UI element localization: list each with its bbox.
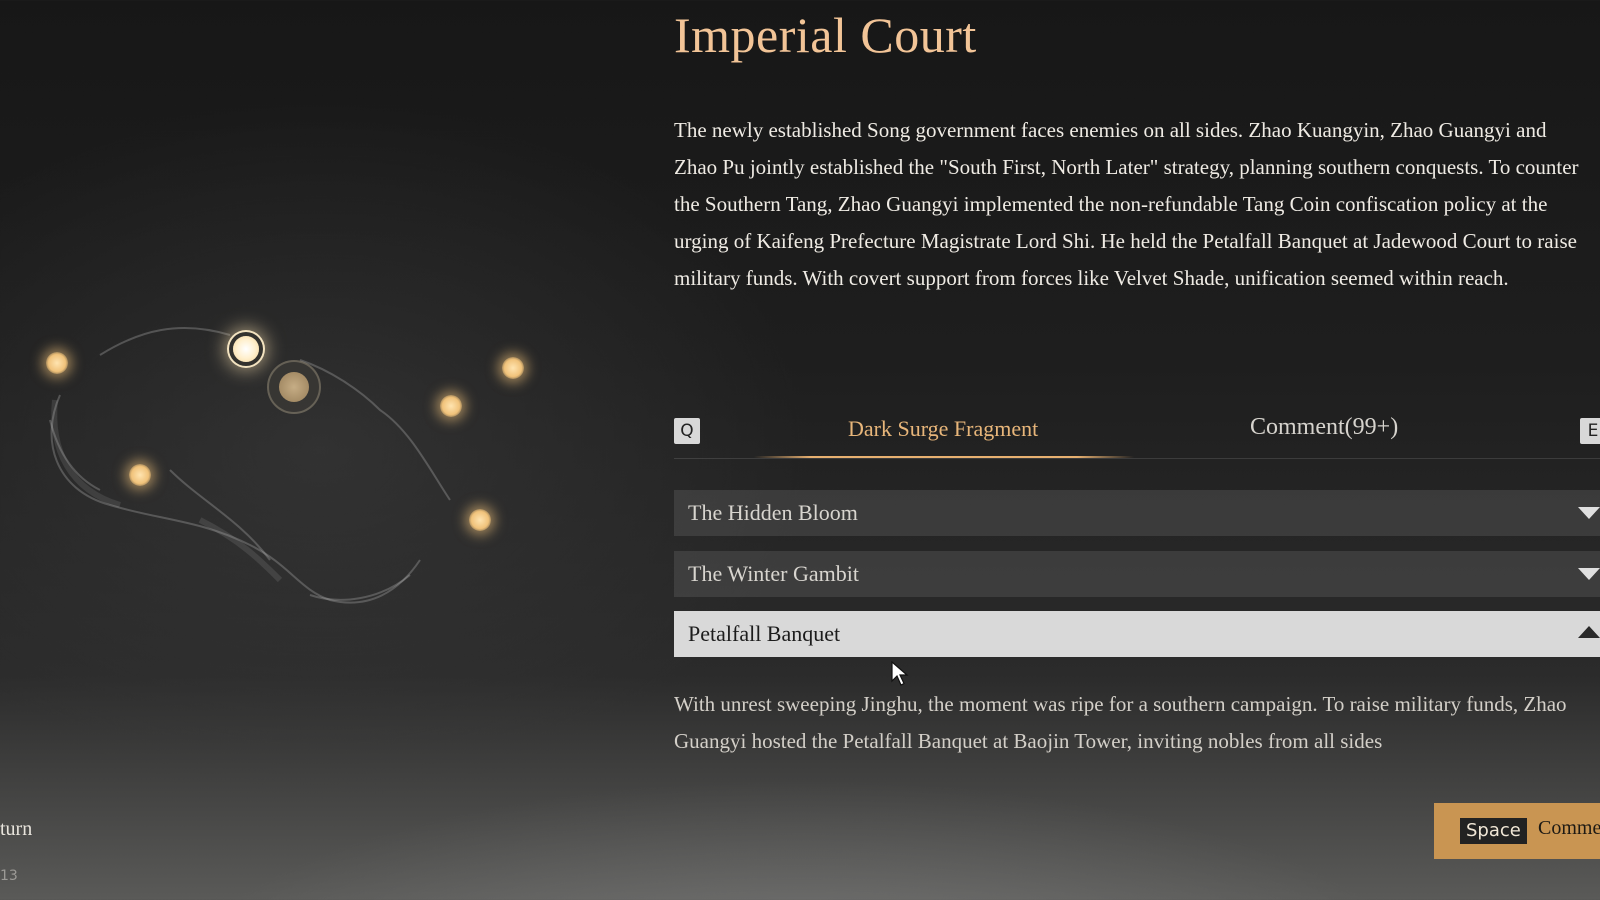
expanded-entry-text: With unrest sweeping Jinghu, the moment … [674,692,1567,753]
tab-comment[interactable]: Comment(99+) [1250,414,1398,441]
next-tab-key[interactable]: E [1580,418,1600,444]
return-label[interactable]: turn [0,818,32,841]
comment-action-button[interactable]: Space Comme [1434,803,1600,859]
bottom-left-number: 13 [0,868,18,884]
star-node-dim[interactable] [279,372,309,402]
entry-the-hidden-bloom[interactable]: The Hidden Bloom [674,490,1600,536]
tab-bar: Q Dark Surge Fragment Comment(99+) E [674,412,1600,459]
entry-title: The Winter Gambit [688,561,859,586]
star-node[interactable] [440,395,462,417]
mouse-cursor-icon [891,661,909,686]
star-node[interactable] [46,352,68,374]
constellation-map [0,0,620,900]
entry-the-winter-gambit[interactable]: The Winter Gambit [674,551,1600,597]
page-title: Imperial Court [674,7,977,63]
chevron-down-icon [1578,507,1600,519]
star-node[interactable] [129,464,151,486]
chevron-down-icon [1578,568,1600,580]
star-node[interactable] [502,357,524,379]
space-key: Space [1460,818,1527,844]
entry-title: The Hidden Bloom [688,500,858,525]
entry-petalfall-banquet[interactable]: Petalfall Banquet [674,611,1600,657]
codex-description: The newly established Song government fa… [674,118,1579,290]
entry-title: Petalfall Banquet [688,621,841,646]
comment-action-label: Comme [1538,817,1600,839]
codex-panel: Imperial Court The newly established Son… [674,0,1600,900]
tab-dark-surge-fragment[interactable]: Dark Surge Fragment [848,416,1038,442]
star-node-selected[interactable] [233,336,259,362]
active-tab-underline [754,456,1134,458]
chevron-up-icon [1578,626,1600,638]
star-node[interactable] [469,509,491,531]
prev-tab-key[interactable]: Q [674,418,700,444]
constellation-wisps [49,326,451,604]
